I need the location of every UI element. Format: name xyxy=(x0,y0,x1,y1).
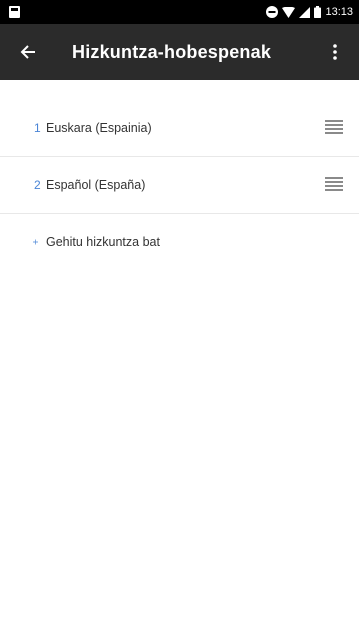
plus-icon xyxy=(0,236,38,248)
drag-handle-icon[interactable] xyxy=(325,177,343,191)
language-label: Euskara (Espainia) xyxy=(46,121,152,135)
language-row[interactable]: 1 Euskara (Espainia) xyxy=(0,100,359,157)
wifi-icon xyxy=(282,6,296,18)
more-vert-icon[interactable] xyxy=(315,32,355,72)
battery-icon xyxy=(314,6,322,18)
language-index: 2 xyxy=(34,178,41,192)
add-language-label: Gehitu hizkuntza bat xyxy=(46,235,160,249)
signal-icon xyxy=(299,6,311,18)
language-label: Español (España) xyxy=(46,178,146,192)
arrow-back-icon[interactable] xyxy=(8,32,48,72)
notification-icon xyxy=(9,6,20,18)
language-index: 1 xyxy=(34,121,41,135)
status-icons: 13:13 xyxy=(266,3,353,21)
add-language-button[interactable]: Gehitu hizkuntza bat xyxy=(0,214,359,270)
language-row[interactable]: 2 Español (España) xyxy=(0,157,359,214)
page-title: Hizkuntza-hobespenak xyxy=(72,42,272,62)
language-list: 1 Euskara (Espainia) 2 Español (España) … xyxy=(0,100,359,270)
status-bar: 13:13 xyxy=(0,0,359,24)
status-time: 13:13 xyxy=(325,6,353,18)
app-bar: Hizkuntza-hobespenak xyxy=(0,24,359,80)
drag-handle-icon[interactable] xyxy=(325,120,343,134)
do-not-disturb-icon xyxy=(266,6,279,18)
